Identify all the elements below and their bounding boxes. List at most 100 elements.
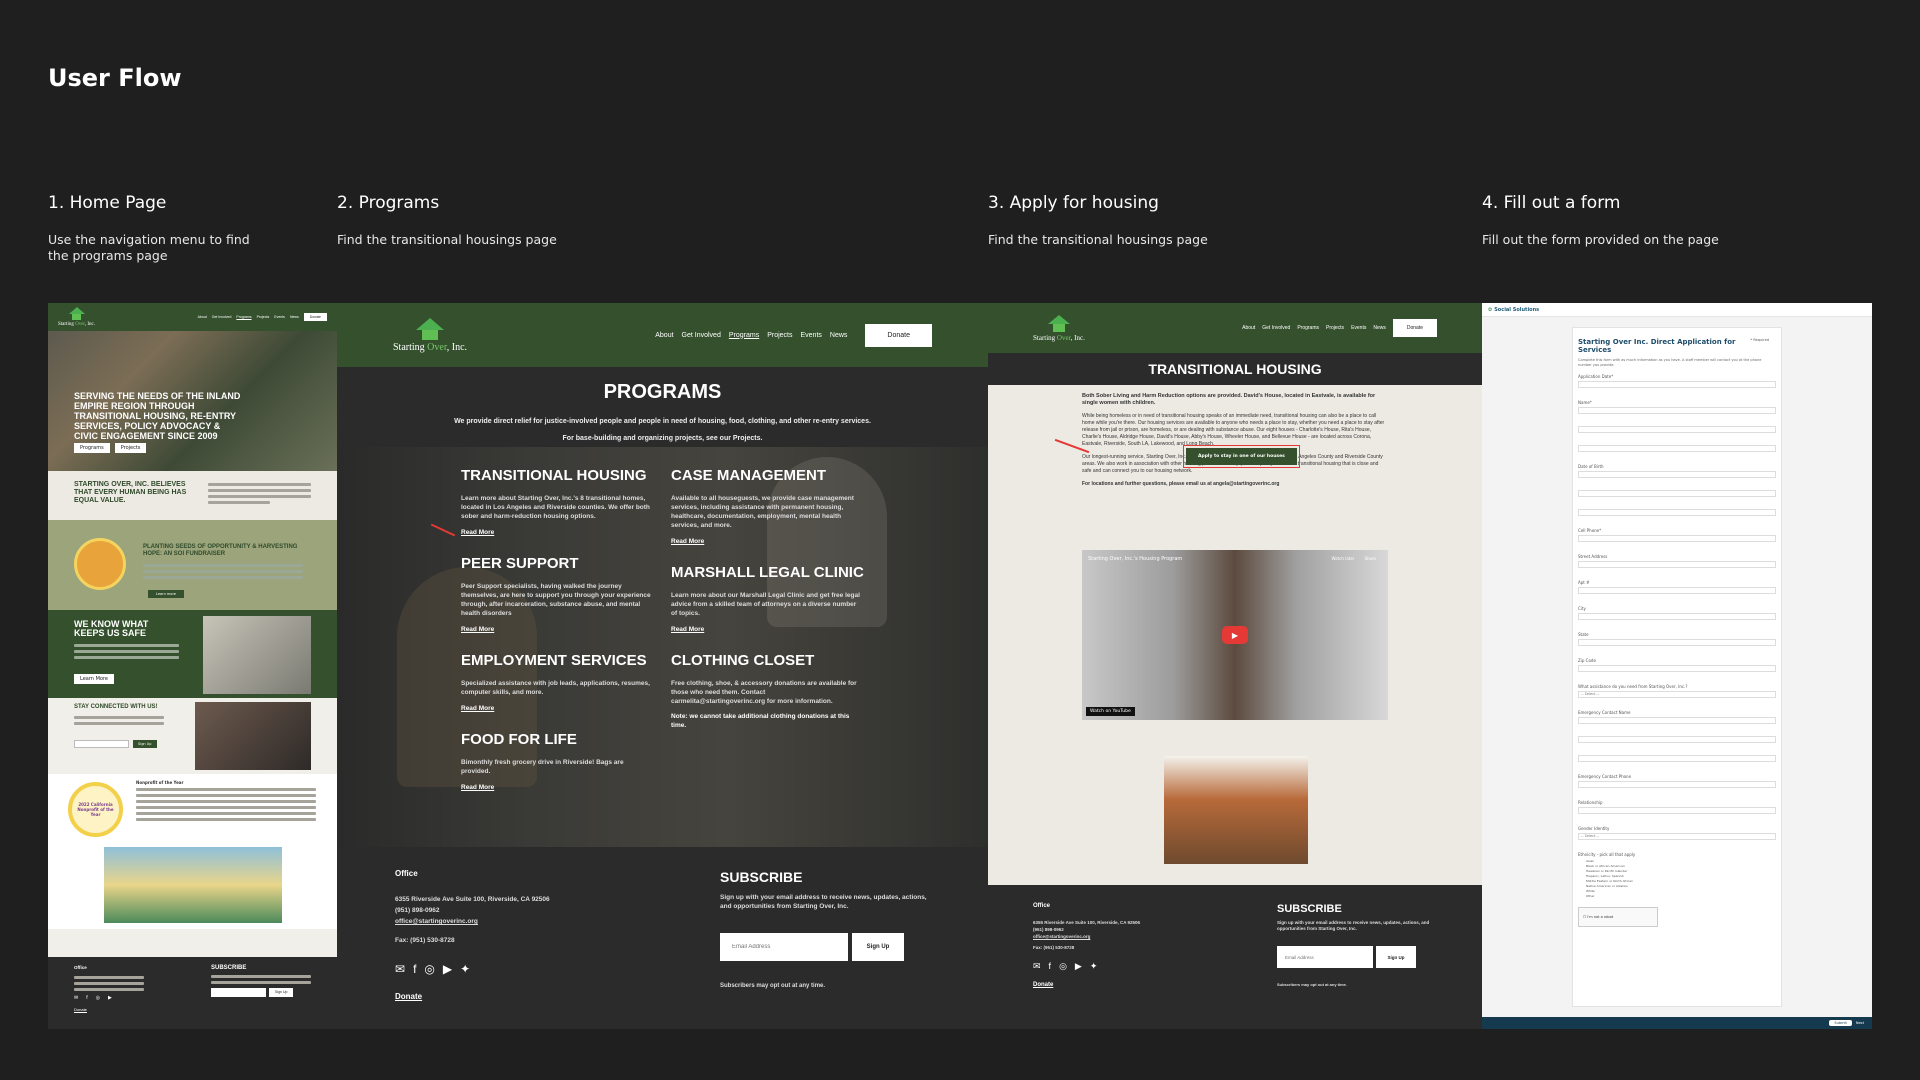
application-date-input[interactable]: [1578, 381, 1776, 388]
food-read-more-link[interactable]: Read More: [461, 784, 494, 791]
dob-year-input[interactable]: [1578, 509, 1776, 516]
instagram-icon[interactable]: ◎: [96, 995, 100, 1001]
state-input[interactable]: [1578, 639, 1776, 646]
street-address-input[interactable]: [1578, 561, 1776, 568]
twitter-icon[interactable]: ✦: [460, 962, 470, 976]
nav-get-involved[interactable]: Get Involved: [682, 332, 721, 339]
site-logo[interactable]: Starting Over, Inc.: [58, 307, 95, 327]
watch-later-button[interactable]: Watch later: [1331, 556, 1354, 561]
facebook-icon[interactable]: f: [86, 995, 87, 1001]
nav-about[interactable]: About: [198, 315, 207, 319]
facebook-icon[interactable]: f: [1049, 961, 1052, 971]
peer-support-read-more-link[interactable]: Read More: [461, 626, 494, 633]
zip-input[interactable]: [1578, 665, 1776, 672]
city-input[interactable]: [1578, 613, 1776, 620]
nav-events[interactable]: Events: [274, 315, 285, 319]
stay-signup-button[interactable]: Sign Up: [133, 740, 157, 748]
last-name-input[interactable]: [1578, 445, 1776, 452]
watch-on-youtube[interactable]: Watch on YouTube: [1086, 707, 1135, 716]
youtube-icon[interactable]: ▶: [1075, 961, 1082, 972]
instagram-icon[interactable]: ◎: [1059, 961, 1067, 972]
email-icon[interactable]: ✉: [1033, 961, 1041, 972]
first-name-input[interactable]: [1578, 407, 1776, 414]
relationship-input[interactable]: [1578, 807, 1776, 814]
donate-button[interactable]: Donate: [1392, 319, 1437, 337]
footer-email-input[interactable]: [1277, 946, 1373, 968]
apt-input[interactable]: [1578, 587, 1776, 594]
emergency-middle-input[interactable]: [1578, 736, 1776, 743]
nav-projects[interactable]: Projects: [257, 315, 270, 319]
footer-signup-button[interactable]: Sign Up: [852, 933, 904, 961]
nav-get-involved[interactable]: Get Involved: [212, 315, 232, 319]
donate-button[interactable]: Donate: [303, 313, 327, 321]
cell-phone-input[interactable]: [1578, 535, 1776, 542]
instagram-icon[interactable]: ◎: [424, 962, 434, 976]
nav-news[interactable]: News: [290, 315, 299, 319]
stay-email-input[interactable]: [74, 740, 129, 748]
video-thumbnail[interactable]: [195, 702, 311, 770]
nav-about[interactable]: About: [1242, 325, 1255, 331]
ethnicity-option[interactable]: Other: [1586, 894, 1776, 899]
emergency-last-input[interactable]: [1578, 755, 1776, 762]
youtube-icon[interactable]: ▶: [108, 995, 112, 1001]
gender-select[interactable]: -- Select --: [1578, 833, 1776, 840]
site-logo[interactable]: Starting Over, Inc.: [393, 317, 467, 353]
nav-events[interactable]: Events: [801, 332, 822, 339]
employment-read-more-link[interactable]: Read More: [461, 705, 494, 712]
housing-content: Both Sober Living and Harm Reduction opt…: [988, 385, 1482, 488]
housing-video[interactable]: Starting Over, Inc.'s Housing Program Wa…: [1082, 550, 1388, 720]
email-icon[interactable]: ✉: [74, 995, 78, 1001]
nav-news[interactable]: News: [830, 332, 848, 339]
nav-get-involved[interactable]: Get Involved: [1262, 325, 1290, 331]
footer-signup-button[interactable]: Sign Up: [1376, 946, 1416, 968]
facebook-icon[interactable]: f: [413, 962, 416, 976]
site-logo[interactable]: Starting Over, Inc.: [1033, 314, 1085, 342]
nav-programs[interactable]: Programs: [1297, 325, 1319, 331]
footer-signup-button[interactable]: Sign Up: [269, 988, 294, 997]
transitional-housing-read-more-link[interactable]: Read More: [461, 529, 494, 536]
play-icon[interactable]: ▶: [1222, 626, 1248, 644]
nav-programs[interactable]: Programs: [236, 315, 251, 319]
captcha-checkbox[interactable]: ☐ I'm not a robot: [1578, 907, 1658, 927]
hero-projects-button[interactable]: Projects: [114, 443, 147, 453]
dob-day-input[interactable]: [1578, 490, 1776, 497]
hero-programs-button[interactable]: Programs: [74, 443, 110, 453]
legal-clinic-read-more-link[interactable]: Read More: [671, 626, 704, 633]
nav-about[interactable]: About: [655, 332, 673, 339]
programs-subtitle: We provide direct relief for justice-inv…: [454, 418, 871, 425]
footer-email-link[interactable]: office@startingoverinc.org: [1033, 933, 1140, 940]
footer-donate-link[interactable]: Donate: [1033, 982, 1140, 988]
fundraiser-button[interactable]: Learn more: [148, 590, 184, 598]
case-management-read-more-link[interactable]: Read More: [671, 538, 704, 545]
dob-month-input[interactable]: [1578, 471, 1776, 478]
middle-name-input[interactable]: [1578, 426, 1776, 433]
house-photo: [1164, 756, 1308, 864]
stay-connected-section: STAY CONNECTED WITH US! Sign Up: [48, 698, 337, 774]
footer-donate-link[interactable]: Donate: [74, 1007, 144, 1012]
nav-projects[interactable]: Projects: [767, 332, 792, 339]
emergency-phone-input[interactable]: [1578, 781, 1776, 788]
nav-events[interactable]: Events: [1351, 325, 1366, 331]
footer-email-link[interactable]: office@startingoverinc.org: [395, 916, 550, 927]
footer-email-input[interactable]: [211, 988, 266, 997]
footer-optout: Subscribers may opt out at any time.: [1277, 982, 1348, 987]
red-arrow-annotation: [430, 523, 456, 537]
email-icon[interactable]: ✉: [395, 962, 405, 976]
program-employment-services: EMPLOYMENT SERVICES Specialized assistan…: [461, 652, 650, 712]
safe-button[interactable]: Learn More: [74, 674, 114, 684]
twitter-icon[interactable]: ✦: [1090, 961, 1098, 972]
emergency-first-input[interactable]: [1578, 717, 1776, 724]
footer-donate-link[interactable]: Donate: [395, 992, 550, 1001]
donate-button[interactable]: Donate: [865, 323, 932, 347]
youtube-icon[interactable]: ▶: [443, 962, 452, 976]
nav-news[interactable]: News: [1373, 325, 1386, 331]
form-submit-button[interactable]: Submit: [1829, 1020, 1852, 1026]
nav-projects[interactable]: Projects: [1326, 325, 1344, 331]
form-next-button[interactable]: Next: [1856, 1021, 1864, 1025]
nav-programs[interactable]: Programs: [729, 332, 759, 339]
footer-subscribe-desc: Sign up with your email address to recei…: [1277, 920, 1430, 931]
apply-button[interactable]: Apply to stay in one of our houses: [1186, 448, 1297, 465]
share-button[interactable]: Share: [1364, 556, 1376, 561]
assistance-select[interactable]: -- Select --: [1578, 691, 1776, 698]
footer-email-input[interactable]: [720, 933, 848, 961]
